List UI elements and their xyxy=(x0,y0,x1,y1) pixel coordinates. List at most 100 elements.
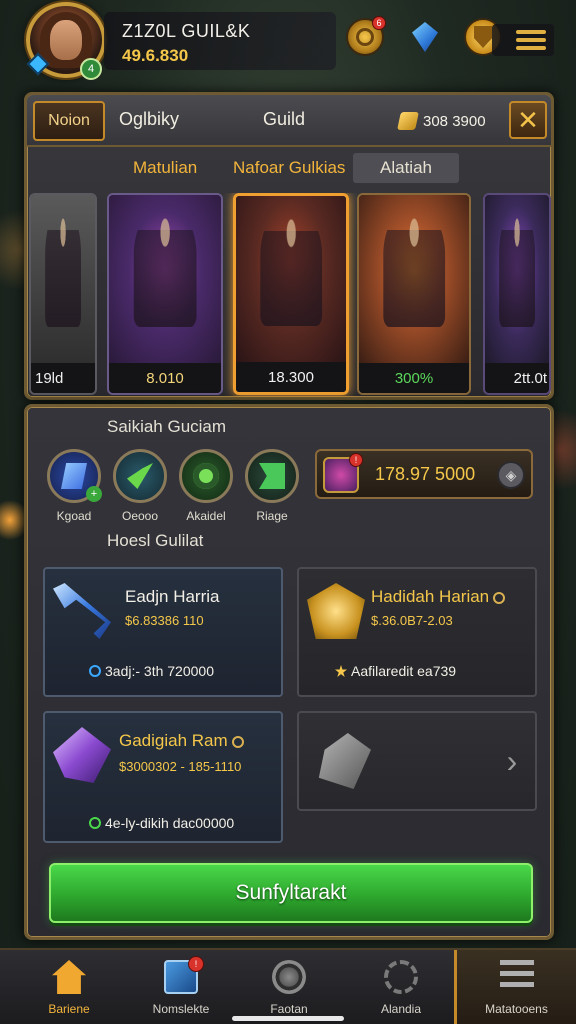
subtab-bar: Matulian Nafoar Gulkias Alatiah xyxy=(27,153,551,187)
skill-label: Akaidel xyxy=(186,509,226,523)
resource-value: 178.97 5000 xyxy=(375,464,476,484)
currency-display: 308 3900 xyxy=(397,105,505,137)
item-stat: Aafilaredit ea739 xyxy=(335,663,456,679)
portal-icon xyxy=(272,960,306,994)
nav-label: Nomslekte xyxy=(152,1002,210,1016)
tab-1[interactable]: Oglbiky xyxy=(119,109,179,130)
nav-item-3[interactable]: Faotan xyxy=(234,950,344,1024)
item-card-locked[interactable]: › xyxy=(297,711,537,811)
nav-item-home[interactable]: Bariene xyxy=(14,950,124,1024)
hero-card[interactable]: 300% xyxy=(357,193,471,395)
item-name: Eadjn Harria xyxy=(125,587,220,606)
notification-badge: ! xyxy=(188,956,204,972)
player-gold: 49.6.830 xyxy=(122,46,189,65)
hero-card-label: 2tt.0t xyxy=(485,363,549,393)
hero-card[interactable]: 19ld xyxy=(29,193,97,395)
subtab-2[interactable]: Nafoar Gulkias xyxy=(233,153,345,183)
crystal-button[interactable] xyxy=(406,18,444,56)
lower-panel: Saikiah Guciam + Kgoad Oeooo Akaidel Ria… xyxy=(24,404,554,940)
skill-button[interactable] xyxy=(245,449,299,503)
hamburger-menu-icon xyxy=(516,30,546,54)
skill-label: Kgoad xyxy=(56,509,92,523)
menu-icon xyxy=(499,960,534,988)
gear-icon xyxy=(193,463,219,489)
item-name: Hadidah Harian xyxy=(371,587,506,607)
item-price: $.36.0B7-2.03 xyxy=(371,613,453,628)
notification-badge: 6 xyxy=(372,16,386,30)
subtab-1[interactable]: Matulian xyxy=(133,153,197,183)
hero-card-label: 19ld xyxy=(31,363,95,393)
item-card[interactable]: Gadigiah Ram $3000302 - 185-1110 4e-ly-d… xyxy=(43,711,283,843)
avatar-face xyxy=(50,20,82,60)
level-badge: 4 xyxy=(80,58,102,80)
edit-icon[interactable] xyxy=(231,735,244,748)
hero-art xyxy=(236,196,346,362)
guild-panel-header: Noion Oglbiky Guild 308 3900 ✕ xyxy=(27,95,551,147)
tab-active[interactable]: Noion xyxy=(33,101,105,141)
nav-label: Alandia xyxy=(380,1002,422,1016)
star-icon xyxy=(335,665,347,677)
item-card[interactable]: Eadjn Harria $6.83386 110 3adj:- 3th 720… xyxy=(43,567,283,697)
subtab-3[interactable]: Alatiah xyxy=(353,153,459,183)
item-stat: 4e-ly-dikih dac00000 xyxy=(89,815,234,831)
nav-label: Faotan xyxy=(270,1002,308,1016)
banner-icon xyxy=(259,463,285,489)
crystal-blade-icon xyxy=(61,463,87,489)
skill-button[interactable] xyxy=(179,449,233,503)
nav-item-4[interactable]: Alandia xyxy=(346,950,456,1024)
hero-art xyxy=(109,195,221,363)
edit-icon[interactable] xyxy=(493,591,506,604)
tab-guild[interactable]: Guild xyxy=(263,109,305,130)
bottom-navigation: Bariene ! Nomslekte Faotan Alandia Matat… xyxy=(0,948,576,1024)
golden-helm-icon xyxy=(307,583,365,639)
home-icon xyxy=(52,960,86,994)
nav-item-2[interactable]: ! Nomslekte xyxy=(126,950,236,1024)
primary-action-button[interactable]: Sunfyltarakt xyxy=(49,863,533,923)
hero-carousel[interactable]: 19ld 8.010 18.300 300% 2tt.0t xyxy=(27,193,551,397)
resource-box[interactable]: ! 178.97 5000 ◈ xyxy=(315,449,533,499)
item-card[interactable]: Hadidah Harian $.36.0B7-2.03 Aafilaredit… xyxy=(297,567,537,697)
hero-art xyxy=(359,195,469,363)
scroll-icon: ! xyxy=(164,956,204,994)
home-indicator[interactable] xyxy=(232,1016,344,1021)
player-name: Z1Z0L GUIL&K xyxy=(122,21,251,41)
skill-label: Oeooo xyxy=(121,509,159,523)
skill-label: Riage xyxy=(256,509,288,523)
plus-badge-icon: + xyxy=(86,486,102,502)
hero-card[interactable]: 8.010 xyxy=(107,193,223,395)
guild-panel: Noion Oglbiky Guild 308 3900 ✕ Matulian … xyxy=(24,92,554,400)
chevron-right-icon[interactable]: › xyxy=(501,743,523,779)
close-button[interactable]: ✕ xyxy=(509,101,547,139)
hero-card-label: 8.010 xyxy=(109,363,221,393)
compass-button[interactable]: 6 xyxy=(346,16,386,56)
hero-art xyxy=(485,195,549,363)
currency-value: 308 3900 xyxy=(423,112,486,130)
skill-button[interactable]: + xyxy=(47,449,102,503)
gear-icon xyxy=(384,960,418,994)
hero-card[interactable]: 2tt.0t xyxy=(483,193,551,395)
player-info-panel: Z1Z0L GUIL&K 49.6.830 xyxy=(104,12,336,70)
skill-button[interactable] xyxy=(113,449,167,503)
compass-small-icon[interactable]: ◈ xyxy=(497,461,525,489)
nav-label: Bariene xyxy=(48,1002,90,1016)
hero-card-selected[interactable]: 18.300 xyxy=(233,193,349,395)
hero-card-label: 18.300 xyxy=(236,362,346,392)
item-name: Gadigiah Ram xyxy=(119,731,244,751)
section-title: Saikiah Guciam xyxy=(107,417,227,436)
shield-icon xyxy=(474,26,492,48)
check-icon xyxy=(89,817,101,829)
sword-icon xyxy=(53,583,111,639)
crystal-shard-icon xyxy=(53,727,111,783)
item-price: $6.83386 110 xyxy=(125,613,204,628)
player-avatar[interactable]: 4 xyxy=(26,2,106,80)
gold-bar-icon xyxy=(397,112,419,130)
menu-button[interactable] xyxy=(492,24,554,56)
notification-badge: ! xyxy=(349,453,363,467)
item-price: $3000302 - 185-1110 xyxy=(119,759,242,774)
crystal-icon xyxy=(412,22,438,52)
compass-icon xyxy=(356,28,374,46)
top-bar: 4 Z1Z0L GUIL&K 49.6.830 6 xyxy=(0,0,576,86)
nav-item-menu[interactable]: Matatooens xyxy=(454,950,576,1024)
section-title: Hoesl Gulilat xyxy=(107,531,204,550)
hero-art xyxy=(31,195,95,363)
